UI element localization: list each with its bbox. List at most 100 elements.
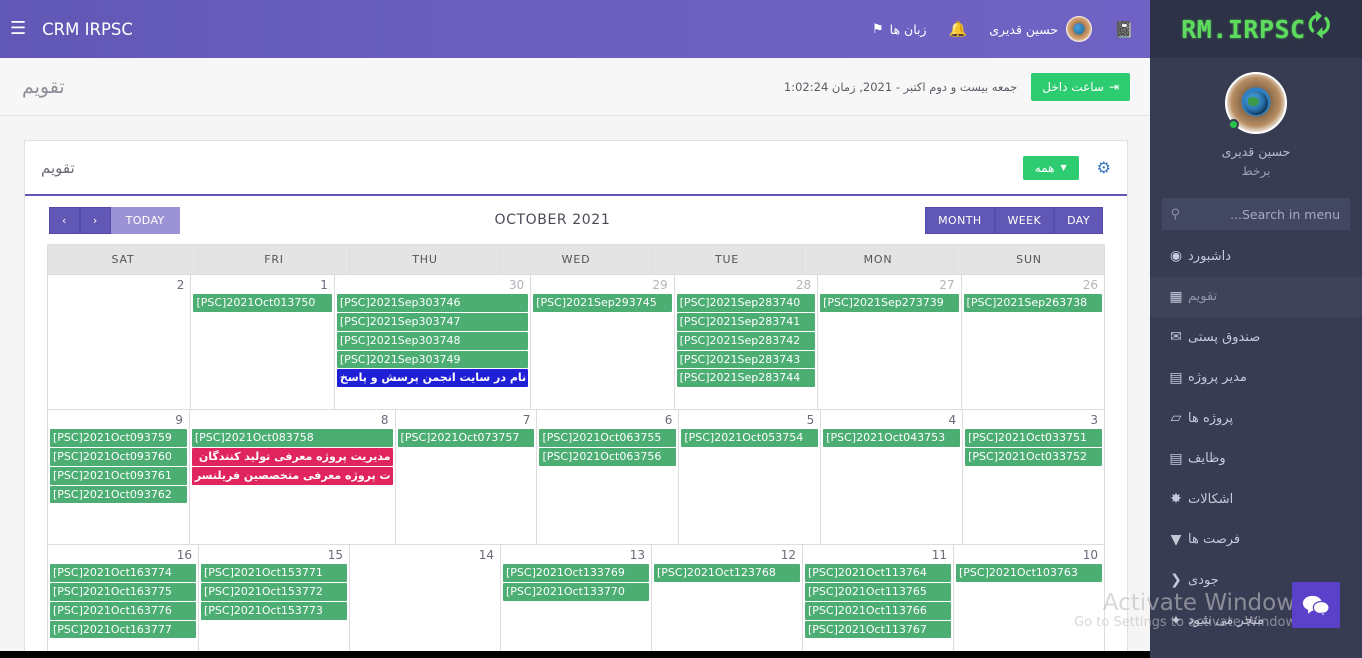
chat-widget-button[interactable] (1292, 582, 1340, 628)
bell-icon[interactable]: 🔔 (949, 20, 968, 38)
calendar-event[interactable]: [PSC]2021Sep283741 (676, 313, 816, 331)
calendar-day-cell[interactable]: 15 [PSC]2021Oct153771 [PSC]2021Oct153772 [P… (198, 545, 349, 658)
calendar-event[interactable]: [PSC]2021Oct083758 (191, 429, 393, 448)
calendar-event[interactable]: [PSC]2021Sep293745 (533, 294, 672, 313)
calendar-event[interactable]: [PSC]2021Sep303746 (336, 294, 529, 313)
calendar-day-cell[interactable]: 8 [PSC]2021Oct083758 مدیریت پروژه معرفی تو… (188, 410, 395, 544)
sidebar-item-5[interactable]: ▱ پروژه ها (1150, 398, 1362, 439)
calendar-event[interactable]: [PSC]2021Oct113766 (805, 601, 951, 620)
calendar-event[interactable]: [PSC]2021Oct133770 (503, 583, 649, 601)
calendar-event[interactable]: مدیریت پروژه معرفی تولید کنندگان (191, 448, 393, 466)
calendar-day-number: 14 (478, 548, 494, 562)
calendar-event[interactable]: [PSC]2021Sep283743 (676, 350, 816, 369)
calendar-event[interactable]: [PSC]2021Sep283740 (676, 294, 816, 313)
calendar-day-number: 8 (380, 413, 389, 427)
calendar-event[interactable]: [PSC]2021Sep283742 (676, 331, 816, 350)
calendar-event[interactable]: [PSC]2021Oct053754 (681, 429, 819, 448)
sidebar-item-6[interactable]: ▤ وظایف (1150, 439, 1362, 480)
calendar-event[interactable]: [PSC]2021Oct033752 (965, 448, 1102, 466)
calendar-day-cell[interactable]: 6 [PSC]2021Oct063755 [PSC]2021Oct063756 (536, 410, 679, 544)
calendar-day-cell[interactable]: 3 [PSC]2021Oct033751 [PSC]2021Oct033752 (962, 410, 1104, 544)
tasks-icon: ▤ (1169, 450, 1183, 467)
calendar-event[interactable]: [PSC]2021Oct093759 (49, 429, 187, 448)
notebook-icon[interactable]: 📓 (1114, 20, 1134, 39)
view-month-button[interactable]: MONTH (925, 206, 995, 234)
calendar-day-cell[interactable]: 9 [PSC]2021Oct093759 [PSC]2021Oct093760 [PS… (47, 410, 189, 544)
calendar-event[interactable]: [PSC]2021Oct163774 (50, 564, 196, 583)
calendar-event[interactable]: [PSC]2021Sep283744 (676, 369, 816, 388)
calendar-event[interactable]: [PSC]2021Oct163775 (50, 583, 196, 601)
languages-menu[interactable]: ⚑ زبان ها (872, 22, 927, 37)
calendar-event[interactable]: [PSC]2021Oct073757 (397, 429, 535, 448)
calendar-day-cell[interactable]: 14 (349, 545, 500, 658)
calendar-day-cell[interactable]: 28 [PSC]2021Sep283740 [PSC]2021Sep283741 [P… (673, 275, 818, 409)
calendar-event[interactable]: [PSC]2021Oct043753 (823, 429, 961, 448)
calendar-event[interactable]: [PSC]2021Oct163776 (50, 601, 196, 620)
calendar-event[interactable]: [PSC]2021Oct113765 (805, 583, 951, 601)
calendar-event[interactable]: [PSC]2021Oct013750 (193, 294, 332, 313)
calendar-day-cell[interactable]: 27 [PSC]2021Sep273739 (817, 275, 961, 409)
calendar-event[interactable]: [PSC]2021Oct133769 (503, 564, 649, 583)
sidebar-item-label: منجر می شود (1188, 613, 1264, 629)
calendar-day-cell[interactable]: 10 [PSC]2021Oct103763 (953, 545, 1104, 658)
calendar-event[interactable]: [PSC]2021Oct063756 (539, 448, 677, 466)
sidebar-item-1[interactable]: ◉ داشبورد (1150, 236, 1362, 277)
chat-bubble-icon (1302, 595, 1330, 618)
user-menu[interactable]: حسین قدیری (989, 16, 1093, 42)
filter-all-dropdown[interactable]: همه ▼ (1022, 155, 1079, 180)
prev-month-button[interactable]: ‹ (49, 206, 80, 234)
calendar-event[interactable]: [PSC]2021Oct153772 (201, 583, 347, 601)
calendar-event[interactable]: [PSC]2021Oct113764 (805, 564, 951, 583)
calendar-weeks: 26 [PSC]2021Sep263738 27 [PSC]2021Sep273739… (47, 274, 1104, 658)
calendar-event[interactable]: [PSC]2021Oct123768 (654, 564, 800, 583)
calendar-day-cell[interactable]: 13 [PSC]2021Oct133769 [PSC]2021Oct133770 (500, 545, 651, 658)
calendar-day-cell[interactable]: 29 [PSC]2021Sep293745 (530, 275, 674, 409)
next-month-button[interactable]: › (79, 206, 111, 234)
calendar-day-cell[interactable]: 11 [PSC]2021Oct113764 [PSC]2021Oct113765 [P… (802, 545, 953, 658)
sidebar-search[interactable]: ⚲ (1162, 198, 1350, 230)
view-week-button[interactable]: WEEK (994, 206, 1055, 234)
calendar-day-cell[interactable]: 7 [PSC]2021Oct073757 (394, 410, 537, 544)
calendar-event[interactable]: [PSC]2021Oct033751 (965, 429, 1102, 448)
calendar-day-cell[interactable]: 2 (47, 275, 191, 409)
gear-icon[interactable]: ⚙ (1097, 158, 1111, 177)
sidebar-item-2[interactable]: ▦ تقویم (1150, 276, 1362, 317)
sidebar-item-7[interactable]: ✸ اشکالات (1150, 479, 1362, 520)
funnel-icon: ▼ (1170, 531, 1182, 548)
calendar-event[interactable]: [PSC]2021Oct093761 (49, 466, 187, 485)
sidebar-item-4[interactable]: ▤ مدیر پروژه (1150, 358, 1362, 399)
calendar-day-cell[interactable]: 12 [PSC]2021Oct123768 (651, 545, 802, 658)
sidebar-item-3[interactable]: ✉ صندوق پستی (1150, 317, 1362, 358)
calendar-day-cell[interactable]: 16 [PSC]2021Oct163774 [PSC]2021Oct163775 [P… (48, 545, 198, 658)
avatar[interactable] (1225, 72, 1287, 134)
sidebar-brand[interactable]: 🗘 RM.IRPSC (1150, 0, 1362, 58)
calendar-event[interactable]: [PSC]2021Sep303747 (336, 313, 529, 331)
search-input[interactable] (1184, 206, 1340, 222)
sidebar-item-8[interactable]: ▼ فرصت ها (1150, 520, 1362, 561)
calendar-event[interactable]: [PSC]2021Oct093762 (49, 485, 187, 504)
today-button[interactable]: TODAY (110, 206, 180, 234)
calendar-event[interactable]: [PSC]2021Oct163777 (50, 620, 196, 639)
view-day-button[interactable]: DAY (1054, 206, 1103, 234)
calendar-event[interactable]: [PSC]2021Oct153773 (201, 601, 347, 620)
calendar-event[interactable]: [PSC]2021Oct153771 (201, 564, 347, 583)
calendar-event[interactable]: [PSC]2021Sep263738 (963, 294, 1102, 313)
calendar-event[interactable]: [PSC]2021Oct113767 (805, 620, 951, 639)
calendar-event[interactable]: [PSC]2021Oct093760 (49, 448, 187, 466)
calendar-day-cell[interactable]: 1 [PSC]2021Oct013750 (190, 275, 334, 409)
calendar-event[interactable]: [PSC]2021Oct063755 (539, 429, 677, 448)
horizontal-scrollbar[interactable] (0, 651, 1150, 658)
calendar-day-cell[interactable]: 30 [PSC]2021Sep303746 [PSC]2021Sep303747 [P… (333, 275, 531, 409)
sign-in-icon: ⇥ (1108, 79, 1119, 94)
calendar-event[interactable]: [PSC]2021Sep273739 (820, 294, 959, 313)
calendar-event[interactable]: ت پروژه معرفی متخصصین فریلنسر (191, 466, 393, 485)
calendar-day-cell[interactable]: 26 [PSC]2021Sep263738 (960, 275, 1104, 409)
calendar-event[interactable]: [PSC]2021Sep303749 (336, 350, 529, 369)
calendar-event[interactable]: [PSC]2021Sep303748 (336, 331, 529, 350)
calendar-day-cell[interactable]: 4 [PSC]2021Oct043753 (820, 410, 963, 544)
calendar-day-cell[interactable]: 5 [PSC]2021Oct053754 (678, 410, 821, 544)
hamburger-icon[interactable]: ☰ (10, 20, 26, 38)
calendar-event[interactable]: [PSC]2021Oct103763 (956, 564, 1102, 583)
calendar-event[interactable]: نام در سایت انجمن پرسش و پاسخ (336, 369, 529, 388)
clock-in-button[interactable]: ساعت داخل ⇥ (1031, 72, 1130, 101)
